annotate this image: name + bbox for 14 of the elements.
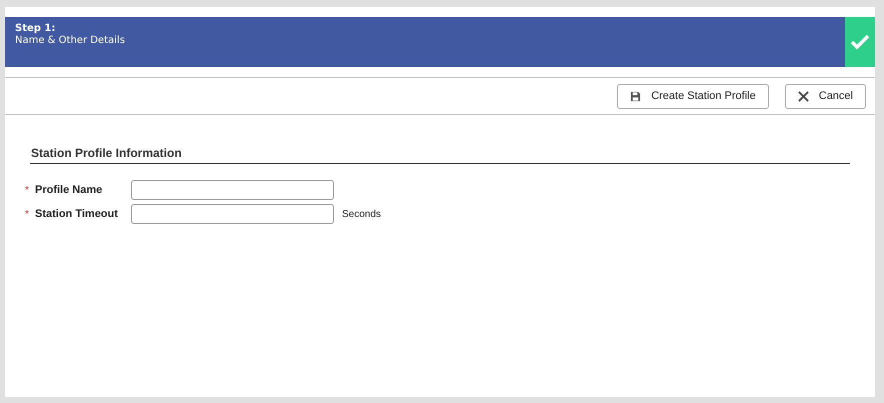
create-button[interactable]: Create Station Profile bbox=[617, 84, 769, 108]
step-title: Step 1: bbox=[15, 23, 56, 35]
required-mark: * bbox=[25, 184, 30, 198]
unit-label: Seconds bbox=[342, 208, 381, 222]
check-icon bbox=[850, 34, 870, 50]
close-icon bbox=[798, 90, 809, 102]
step-subtitle: Name & Other Details bbox=[15, 35, 126, 47]
field-label: Station Timeout bbox=[35, 206, 119, 222]
required-mark: * bbox=[25, 208, 30, 222]
field-label: Profile Name bbox=[35, 182, 104, 198]
text-input[interactable] bbox=[131, 204, 334, 224]
text-input[interactable] bbox=[131, 180, 334, 200]
section-title: Station Profile Information bbox=[30, 144, 850, 164]
cancel-button[interactable]: Cancel bbox=[784, 84, 866, 108]
